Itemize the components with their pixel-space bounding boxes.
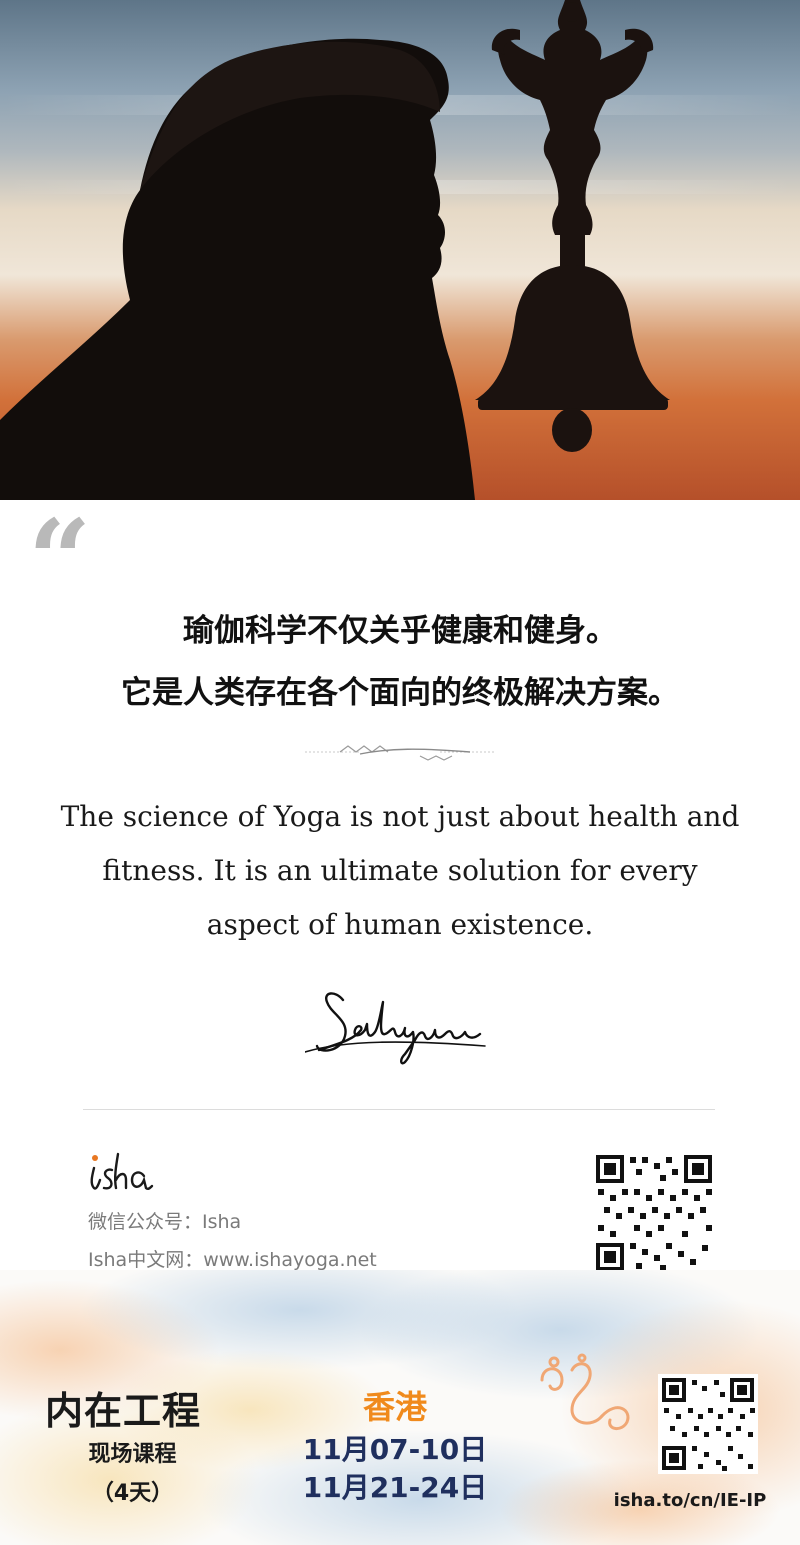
- sadhguru-signature-image: [305, 992, 486, 1065]
- wechat-account: 微信公众号：Isha: [88, 1211, 242, 1233]
- qr-code-icon[interactable]: [596, 1155, 712, 1271]
- chinese-quote-line-2: 它是人类存在各个面向的终极解决方案。: [121, 675, 679, 711]
- qr-code-icon[interactable]: [658, 1374, 758, 1474]
- program-title: 内在工程: [45, 1389, 202, 1433]
- english-quote: The science of Yoga is not just about he…: [60, 800, 740, 941]
- open-quote-icon: “: [28, 495, 92, 624]
- hero-silhouette-image: [0, 0, 800, 500]
- chinese-quote-line-1: 瑜伽科学不仅关乎健康和健身。: [183, 613, 617, 649]
- program-short-url[interactable]: isha.to/cn/IE-IP: [600, 1490, 780, 1511]
- website-link[interactable]: Isha中文网：www.ishayoga.net: [88, 1245, 377, 1272]
- program-subtitle: 现场课程: [88, 1442, 177, 1467]
- chinese-quote: 瑜伽科学不仅关乎健康和健身。 它是人类存在各个面向的终极解决方案。: [0, 600, 800, 724]
- isha-logo: [90, 1152, 154, 1191]
- section-divider: [83, 1109, 715, 1110]
- hero-photo: [0, 0, 800, 500]
- program-qr-container[interactable]: [658, 1374, 758, 1474]
- program-city: 香港: [362, 1388, 427, 1426]
- program-date-1: 11月07-10日: [302, 1433, 488, 1466]
- flourish-icon: [540, 1353, 630, 1430]
- divider-ornament-icon: [305, 745, 495, 761]
- program-days: （4天）: [91, 1481, 174, 1506]
- program-date-2: 11月21-24日: [302, 1471, 488, 1504]
